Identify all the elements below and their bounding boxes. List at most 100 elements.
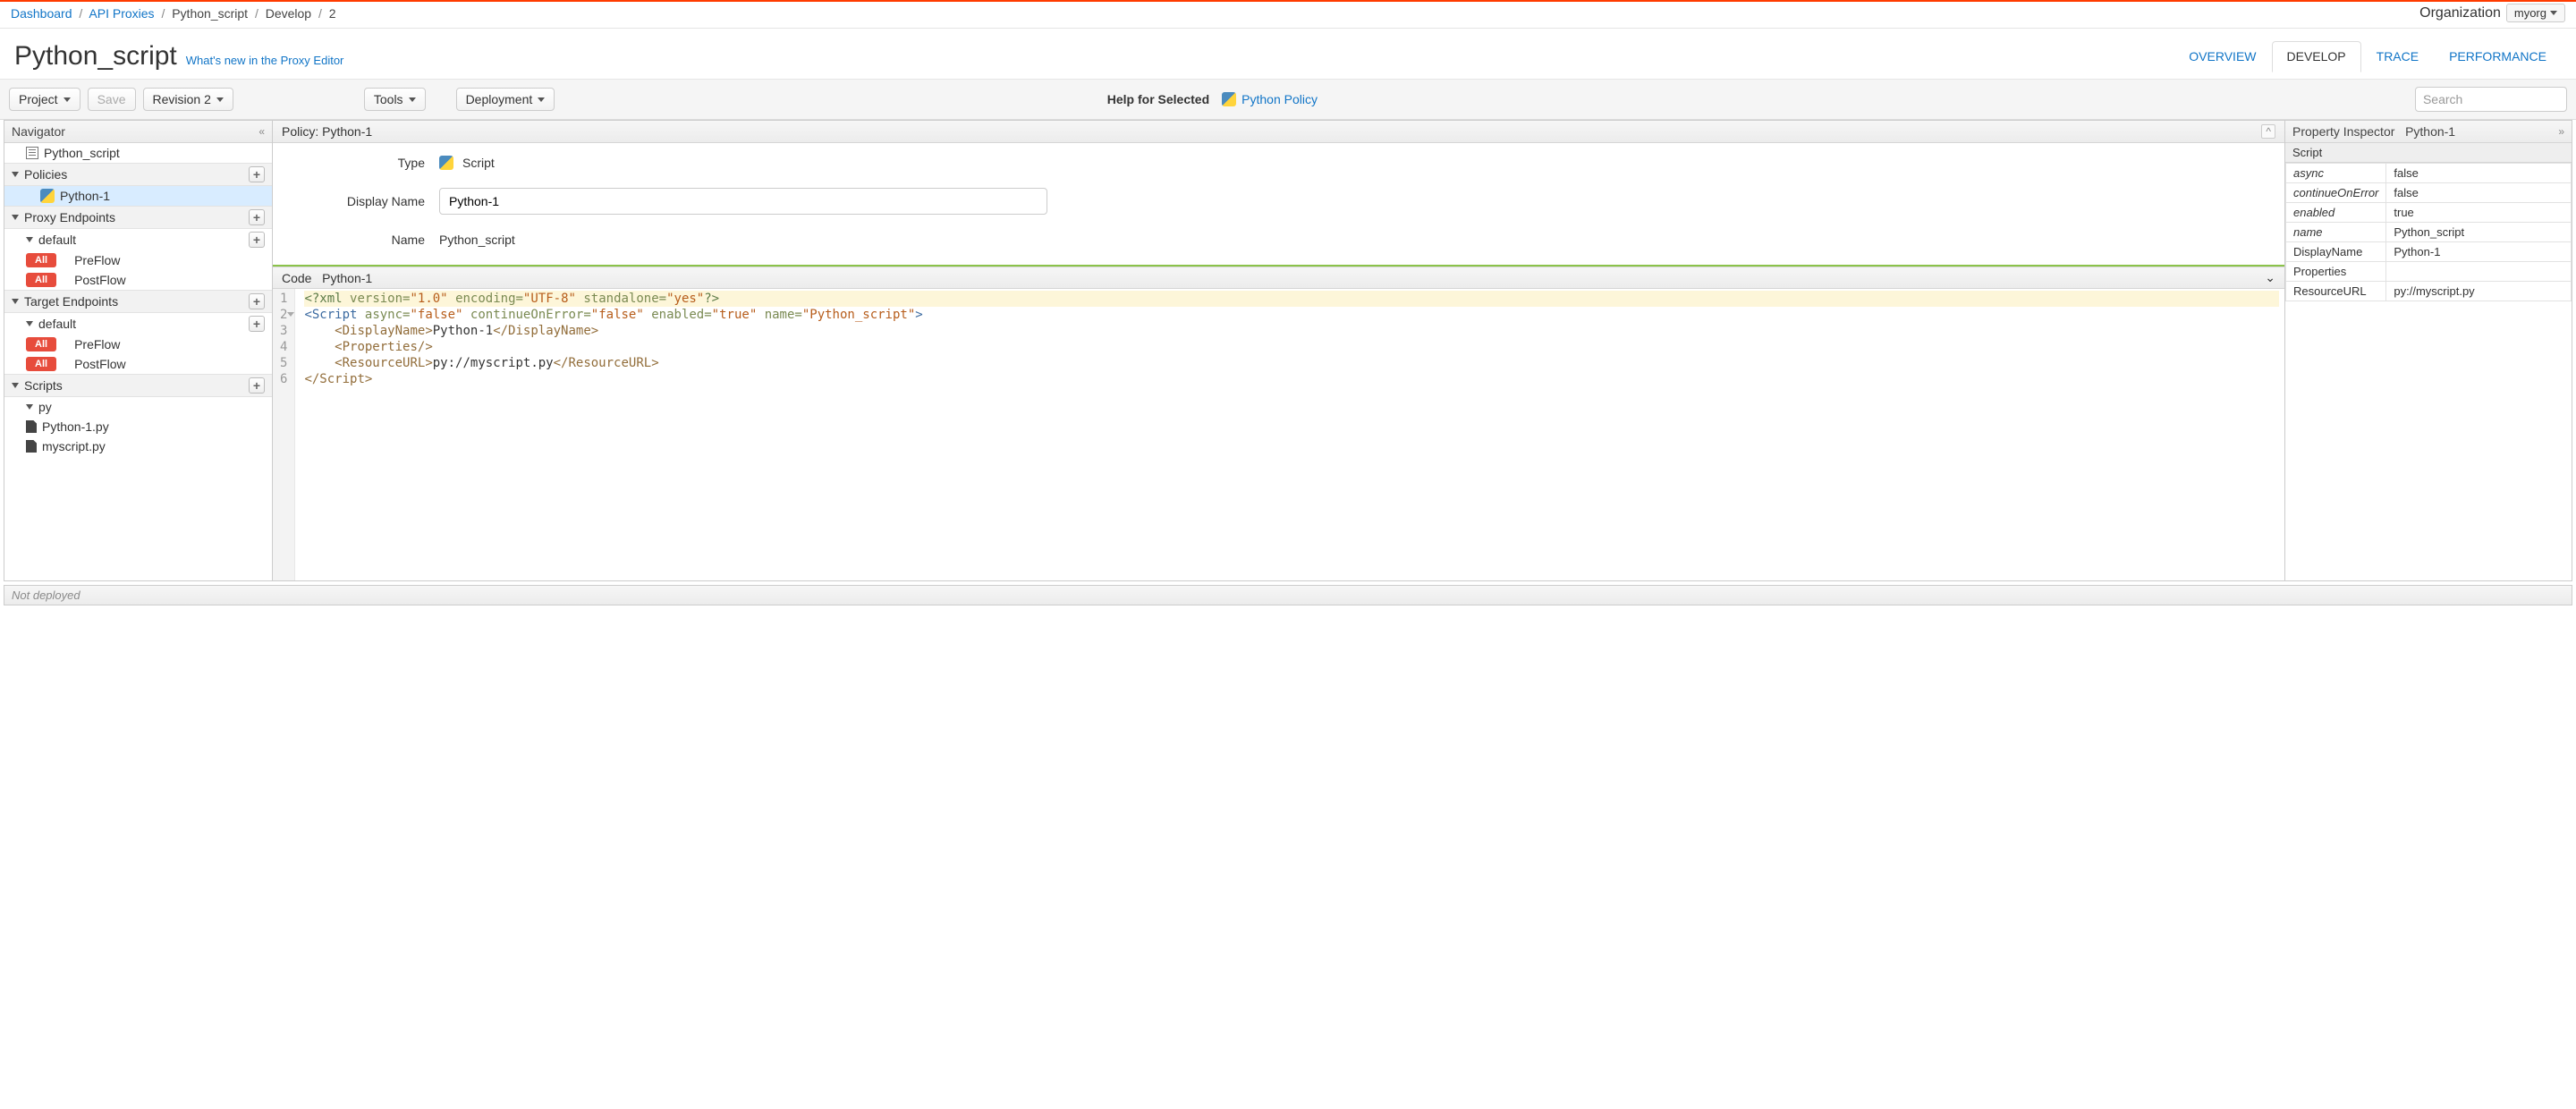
collapse-left-icon[interactable]: «	[258, 125, 265, 138]
navigator-proxy-default[interactable]: default +	[4, 229, 272, 250]
navigator-script-file[interactable]: Python-1.py	[4, 417, 272, 436]
display-name-input[interactable]	[439, 188, 1047, 215]
property-row[interactable]: ResourceURLpy://myscript.py	[2286, 282, 2572, 301]
add-flow-button[interactable]: +	[249, 232, 265, 248]
navigator-target-postflow[interactable]: All PostFlow	[4, 354, 272, 374]
chevron-down-icon	[409, 97, 416, 102]
property-key: DisplayName	[2286, 242, 2386, 262]
property-value[interactable]: false	[2386, 164, 2572, 183]
navigator-root[interactable]: Python_script	[4, 143, 272, 163]
navigator-target-default[interactable]: default +	[4, 313, 272, 334]
code-editor[interactable]: 123456 <?xml version="1.0" encoding="UTF…	[273, 289, 2284, 580]
breadcrumb-proxy-name: Python_script	[172, 6, 248, 21]
breadcrumb-proxies[interactable]: API Proxies	[89, 6, 154, 21]
main-tabs: OVERVIEW DEVELOP TRACE PERFORMANCE	[2174, 41, 2562, 72]
scripts-lang-label: py	[38, 400, 52, 414]
property-value[interactable]: true	[2386, 203, 2572, 223]
navigator-proxy-preflow[interactable]: All PreFlow	[4, 250, 272, 270]
navigator-root-label: Python_script	[44, 146, 120, 160]
tab-overview[interactable]: OVERVIEW	[2174, 41, 2271, 72]
search-input[interactable]	[2415, 87, 2567, 112]
navigator-proxy-endpoints-header[interactable]: Proxy Endpoints +	[4, 206, 272, 229]
add-script-button[interactable]: +	[249, 377, 265, 394]
navigator-target-preflow[interactable]: All PreFlow	[4, 334, 272, 354]
page-title: Python_script	[14, 41, 177, 72]
navigator-policy-item[interactable]: Python-1	[4, 186, 272, 206]
inspector-subtitle: Python-1	[2405, 124, 2455, 139]
file-icon	[26, 440, 37, 453]
navigator-script-file[interactable]: myscript.py	[4, 436, 272, 456]
save-button[interactable]: Save	[88, 88, 136, 111]
proxy-default-label: default	[38, 233, 76, 247]
document-icon	[26, 147, 38, 159]
deployment-dropdown[interactable]: Deployment	[456, 88, 555, 111]
property-value[interactable]: py://myscript.py	[2386, 282, 2572, 301]
chevron-down-icon	[216, 97, 224, 102]
file-icon	[26, 420, 37, 433]
scripts-label: Scripts	[24, 378, 63, 393]
tab-develop[interactable]: DEVELOP	[2272, 41, 2361, 72]
add-policy-button[interactable]: +	[249, 166, 265, 182]
collapse-right-icon[interactable]: »	[2558, 125, 2564, 138]
chevron-down-icon	[538, 97, 545, 102]
add-flow-button[interactable]: +	[249, 316, 265, 332]
policies-label: Policies	[24, 167, 67, 182]
breadcrumb-dashboard[interactable]: Dashboard	[11, 6, 72, 21]
python-icon	[1222, 92, 1236, 106]
tools-dropdown[interactable]: Tools	[364, 88, 426, 111]
add-proxy-endpoint-button[interactable]: +	[249, 209, 265, 225]
property-row[interactable]: namePython_script	[2286, 223, 2572, 242]
property-row[interactable]: DisplayNamePython-1	[2286, 242, 2572, 262]
property-key: ResourceURL	[2286, 282, 2386, 301]
target-default-label: default	[38, 317, 76, 331]
organization-dropdown[interactable]: myorg	[2506, 4, 2565, 22]
property-row[interactable]: enabledtrue	[2286, 203, 2572, 223]
property-row[interactable]: asyncfalse	[2286, 164, 2572, 183]
navigator-title: Navigator	[12, 124, 65, 139]
navigator-proxy-postflow[interactable]: All PostFlow	[4, 270, 272, 290]
collapse-down-icon[interactable]: ⌄	[2265, 270, 2275, 285]
property-key: Properties	[2286, 262, 2386, 282]
property-key: async	[2286, 164, 2386, 183]
navigator-policies-header[interactable]: Policies +	[4, 163, 272, 186]
breadcrumb: Dashboard / API Proxies / Python_script …	[11, 6, 336, 21]
property-key: enabled	[2286, 203, 2386, 223]
navigator-scripts-header[interactable]: Scripts +	[4, 374, 272, 397]
tab-performance[interactable]: PERFORMANCE	[2434, 41, 2562, 72]
project-dropdown[interactable]: Project	[9, 88, 80, 111]
all-badge: All	[26, 337, 56, 351]
deployment-status: Not deployed	[4, 585, 2572, 605]
property-value[interactable]: Python-1	[2386, 242, 2572, 262]
postflow-label: PostFlow	[74, 273, 126, 287]
inspector-title: Property Inspector	[2292, 124, 2394, 139]
inspector-section: Script	[2285, 143, 2572, 163]
organization-label: Organization	[2419, 5, 2501, 21]
property-value[interactable]: Python_script	[2386, 223, 2572, 242]
property-row[interactable]: continueOnErrorfalse	[2286, 183, 2572, 203]
all-badge: All	[26, 357, 56, 371]
name-value: Python_script	[439, 233, 515, 247]
breadcrumb-revision: 2	[329, 6, 336, 21]
type-label: Type	[291, 156, 425, 170]
chevron-down-icon	[26, 321, 33, 326]
help-policy-link[interactable]: Python Policy	[1241, 92, 1318, 106]
collapse-up-icon[interactable]: ^	[2261, 124, 2275, 139]
organization-name: myorg	[2514, 6, 2546, 20]
property-row[interactable]: Properties	[2286, 262, 2572, 282]
script-file-label: Python-1.py	[42, 419, 109, 434]
policy-item-label: Python-1	[60, 189, 110, 203]
add-target-endpoint-button[interactable]: +	[249, 293, 265, 309]
navigator-target-endpoints-header[interactable]: Target Endpoints +	[4, 290, 272, 313]
preflow-label: PreFlow	[74, 253, 120, 267]
navigator-scripts-lang[interactable]: py	[4, 397, 272, 417]
property-value[interactable]	[2386, 262, 2572, 282]
chevron-down-icon	[64, 97, 71, 102]
whats-new-link[interactable]: What's new in the Proxy Editor	[186, 54, 344, 67]
property-value[interactable]: false	[2386, 183, 2572, 203]
all-badge: All	[26, 253, 56, 267]
python-icon	[40, 189, 55, 203]
tab-trace[interactable]: TRACE	[2361, 41, 2434, 72]
revision-dropdown[interactable]: Revision 2	[143, 88, 233, 111]
chevron-down-icon	[26, 237, 33, 242]
property-key: continueOnError	[2286, 183, 2386, 203]
